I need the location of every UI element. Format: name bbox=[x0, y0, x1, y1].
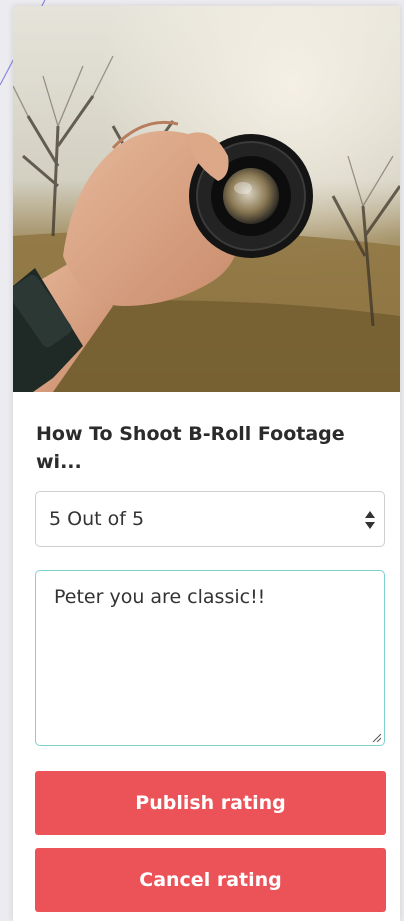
rating-card: How To Shoot B-Roll Footage wi... 5 Out … bbox=[13, 6, 400, 921]
resize-grip-icon[interactable] bbox=[371, 732, 381, 742]
lens-photo-image bbox=[13, 6, 400, 392]
rating-select-value: 5 Out of 5 bbox=[49, 508, 145, 530]
cancel-rating-button[interactable]: Cancel rating bbox=[35, 848, 386, 912]
rating-select[interactable]: 5 Out of 5 bbox=[35, 491, 385, 547]
video-title: How To Shoot B-Roll Footage wi... bbox=[36, 423, 345, 473]
review-textarea[interactable]: Peter you are classic!! bbox=[35, 570, 385, 746]
select-arrows-icon bbox=[365, 511, 375, 529]
video-thumbnail bbox=[13, 6, 400, 392]
publish-rating-button[interactable]: Publish rating bbox=[35, 771, 386, 835]
review-text: Peter you are classic!! bbox=[54, 586, 266, 608]
